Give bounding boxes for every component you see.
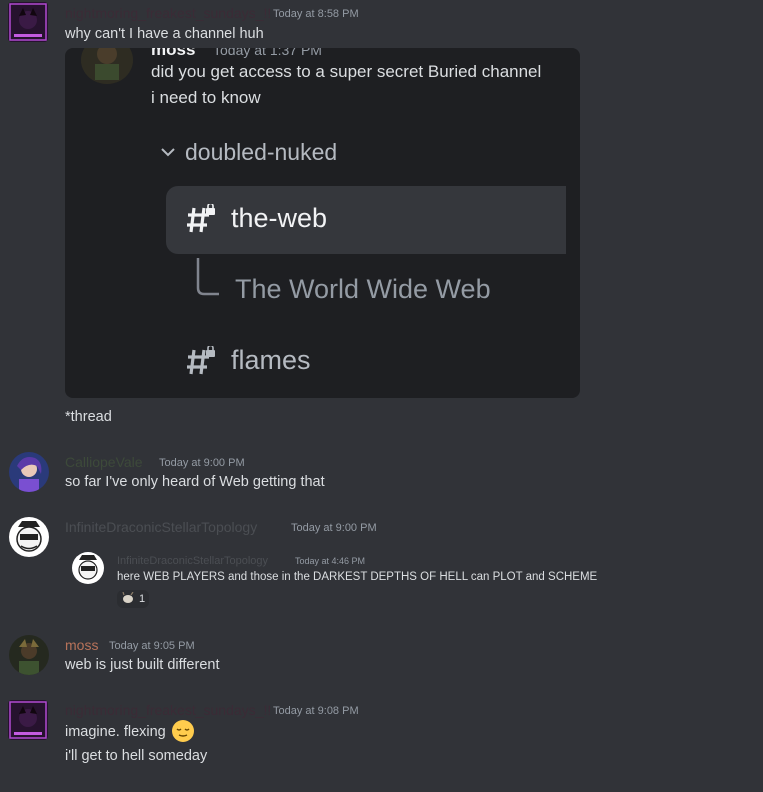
timestamp: Today at 8:58 PM [273,8,359,20]
message-text-part: imagine. flexing [65,724,166,740]
timestamp: Today at 9:05 PM [109,640,195,652]
avatar-moss[interactable] [9,635,49,675]
message-text: why can't I have a channel huh [65,26,264,42]
message-text: so far I've only heard of Web getting th… [65,474,325,490]
message-text: *thread [65,409,112,425]
forward-text: here WEB PLAYERS and those in the DARKES… [117,571,598,583]
author-name[interactable]: moss [65,637,98,653]
author-name[interactable]: nightmoring_freakest_sundays_!! [65,5,271,21]
thread-spine-icon [195,258,221,303]
embed-avatar [81,48,133,84]
avatar-infinite[interactable] [9,517,49,557]
channel-name: flames [231,345,311,375]
channel-selected-bg [166,186,566,254]
forward-avatar[interactable] [72,552,104,584]
embed-text-line: did you get access to a super secret Bur… [151,62,542,81]
thread-name: The World Wide Web [235,274,491,304]
avatar-calliope[interactable] [9,452,49,492]
embedded-screenshot[interactable]: moss Today at 1:37 PM did you get access… [65,48,580,398]
avatar-nightmoring[interactable] [8,700,48,740]
message-text: i'll get to hell someday [65,748,208,764]
timestamp: Today at 9:08 PM [273,705,359,717]
timestamp: Today at 9:00 PM [159,457,245,469]
forward-timestamp: Today at 4:46 PM [295,556,366,566]
goat-emoji-icon [121,591,135,607]
reaction-count: 1 [139,593,146,605]
author-name[interactable]: CalliopeVale [65,454,143,470]
embed-timestamp: Today at 1:37 PM [213,48,322,58]
embed-text-line: i need to know [151,88,261,107]
message-text: web is just built different [65,657,220,673]
timestamp: Today at 9:00 PM [291,522,377,534]
locked-hash-icon [185,344,217,383]
chevron-down-icon [160,145,176,164]
category-name: doubled-nuked [185,139,338,165]
avatar-nightmoring[interactable] [8,2,48,42]
relieved-face-emoji-icon [171,720,194,742]
author-name[interactable]: InfiniteDraconicStellarTopology [65,519,257,535]
channel-name: the-web [231,203,328,233]
forward-author[interactable]: InfiniteDraconicStellarTopology [117,555,268,567]
message-text: imagine. flexing [65,720,194,742]
embed-author: moss [151,48,196,59]
reaction-button[interactable]: 1 [117,590,150,608]
locked-hash-icon [185,202,217,241]
author-name[interactable]: nightmoring_freakest_sundays_!! [65,702,271,718]
